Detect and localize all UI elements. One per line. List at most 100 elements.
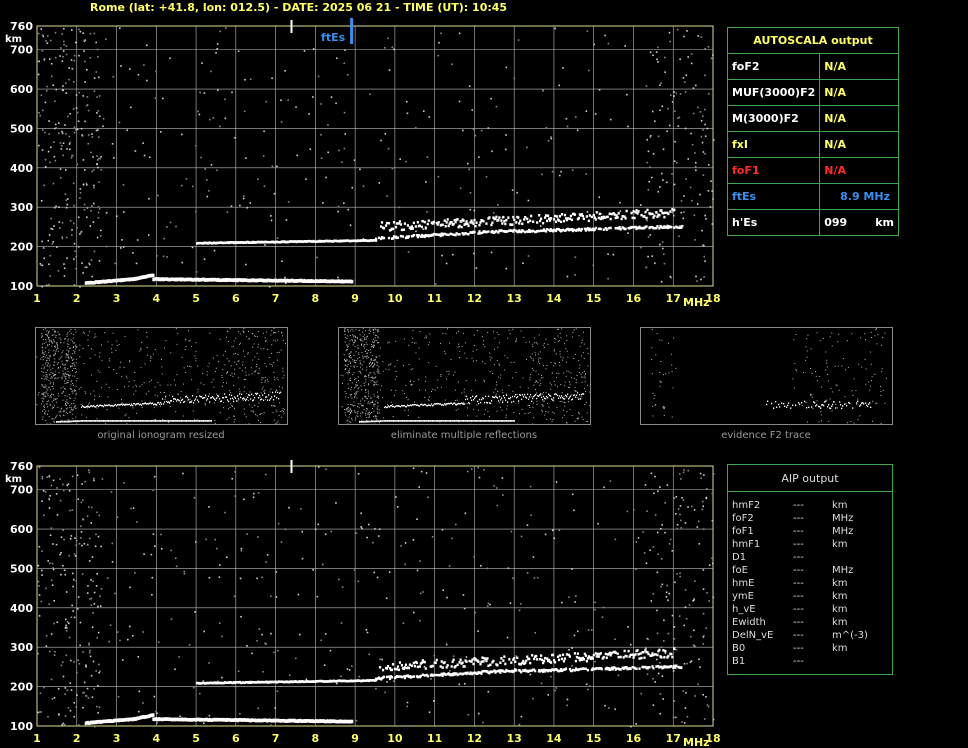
noise-dot bbox=[233, 399, 235, 401]
noise-dot bbox=[656, 531, 659, 534]
noise-dot bbox=[96, 56, 99, 58]
x-tick-label: 6 bbox=[232, 732, 240, 745]
noise-dot bbox=[619, 210, 622, 212]
x-tick-label: 4 bbox=[152, 732, 160, 745]
echo-dot bbox=[174, 420, 176, 422]
echo-dot bbox=[532, 397, 534, 400]
noise-dot bbox=[148, 156, 151, 158]
echo-dot bbox=[540, 217, 543, 220]
noise-dot bbox=[102, 117, 105, 120]
noise-dot bbox=[202, 372, 204, 374]
echo-dot bbox=[464, 403, 466, 405]
noise-dot bbox=[52, 406, 54, 408]
noise-dot bbox=[473, 252, 475, 255]
noise-dot bbox=[133, 572, 136, 574]
noise-dot bbox=[74, 390, 76, 392]
echo-dot bbox=[819, 406, 821, 408]
noise-dot bbox=[203, 384, 205, 386]
x-tick-label: 3 bbox=[113, 732, 121, 745]
echo-dot bbox=[576, 394, 578, 396]
noise-dot bbox=[120, 65, 122, 67]
echo-dot bbox=[238, 398, 240, 400]
noise-dot bbox=[47, 389, 49, 391]
noise-dot bbox=[351, 382, 353, 384]
noise-dot bbox=[462, 129, 464, 132]
noise-dot bbox=[52, 182, 55, 185]
noise-dot bbox=[54, 417, 56, 419]
noise-dot bbox=[218, 622, 221, 625]
x-tick-label: 13 bbox=[507, 732, 522, 745]
noise-dot bbox=[671, 550, 674, 552]
noise-dot bbox=[680, 519, 682, 522]
noise-dot bbox=[432, 388, 434, 390]
noise-dot bbox=[496, 203, 499, 206]
noise-dot bbox=[53, 599, 55, 602]
noise-dot bbox=[614, 538, 617, 541]
noise-dot bbox=[678, 116, 681, 119]
noise-dot bbox=[539, 225, 542, 227]
noise-dot bbox=[553, 412, 555, 414]
noise-dot bbox=[413, 401, 415, 403]
noise-dot bbox=[653, 492, 655, 495]
noise-dot bbox=[683, 662, 686, 665]
echo-dot bbox=[131, 403, 133, 405]
noise-dot bbox=[153, 407, 155, 409]
echo-dot bbox=[161, 420, 163, 422]
noise-dot bbox=[876, 402, 878, 404]
noise-dot bbox=[677, 125, 680, 127]
echo-dot bbox=[514, 395, 516, 398]
echo-dot bbox=[473, 420, 475, 422]
noise-dot bbox=[233, 415, 235, 417]
noise-dot bbox=[614, 708, 617, 711]
noise-dot bbox=[479, 564, 482, 567]
noise-dot bbox=[46, 365, 48, 367]
echo-dot bbox=[263, 399, 265, 401]
echo-dot bbox=[435, 233, 438, 236]
echo-dot bbox=[401, 235, 405, 238]
noise-dot bbox=[52, 241, 55, 243]
noise-dot bbox=[62, 489, 65, 492]
noise-dot bbox=[353, 359, 355, 361]
noise-dot bbox=[59, 478, 61, 480]
echo-dot bbox=[400, 228, 404, 232]
noise-dot bbox=[354, 404, 356, 406]
noise-dot bbox=[707, 705, 710, 708]
noise-dot bbox=[555, 687, 558, 689]
noise-dot bbox=[219, 338, 221, 340]
noise-dot bbox=[498, 334, 500, 336]
noise-dot bbox=[43, 354, 45, 356]
noise-dot bbox=[88, 642, 90, 645]
noise-dot bbox=[372, 402, 374, 404]
noise-dot bbox=[101, 344, 103, 346]
echo-dot bbox=[825, 400, 827, 402]
noise-dot bbox=[56, 343, 58, 345]
noise-dot bbox=[300, 508, 302, 510]
noise-dot bbox=[70, 328, 72, 330]
echo-dot bbox=[434, 420, 436, 422]
x-tick-label: 2 bbox=[73, 732, 81, 745]
noise-dot bbox=[53, 394, 55, 396]
noise-dot bbox=[79, 30, 82, 33]
noise-dot bbox=[363, 337, 365, 339]
echo-dot bbox=[379, 420, 381, 422]
echo-dot bbox=[404, 420, 406, 422]
noise-dot bbox=[445, 333, 447, 335]
echo-dot bbox=[246, 398, 248, 400]
noise-dot bbox=[569, 383, 571, 385]
echo-dot bbox=[474, 224, 477, 228]
noise-dot bbox=[377, 336, 379, 338]
noise-dot bbox=[70, 332, 72, 334]
noise-dot bbox=[806, 350, 808, 352]
echo-dot bbox=[519, 219, 522, 222]
noise-dot bbox=[267, 380, 269, 382]
echo-dot bbox=[409, 420, 411, 422]
noise-dot bbox=[64, 395, 66, 397]
noise-dot bbox=[663, 414, 665, 416]
echo-dot bbox=[249, 394, 251, 397]
echo-dot bbox=[247, 396, 249, 398]
noise-dot bbox=[154, 545, 156, 547]
noise-dot bbox=[48, 283, 50, 286]
noise-dot bbox=[162, 418, 164, 420]
noise-dot bbox=[81, 414, 83, 416]
noise-dot bbox=[147, 234, 150, 236]
